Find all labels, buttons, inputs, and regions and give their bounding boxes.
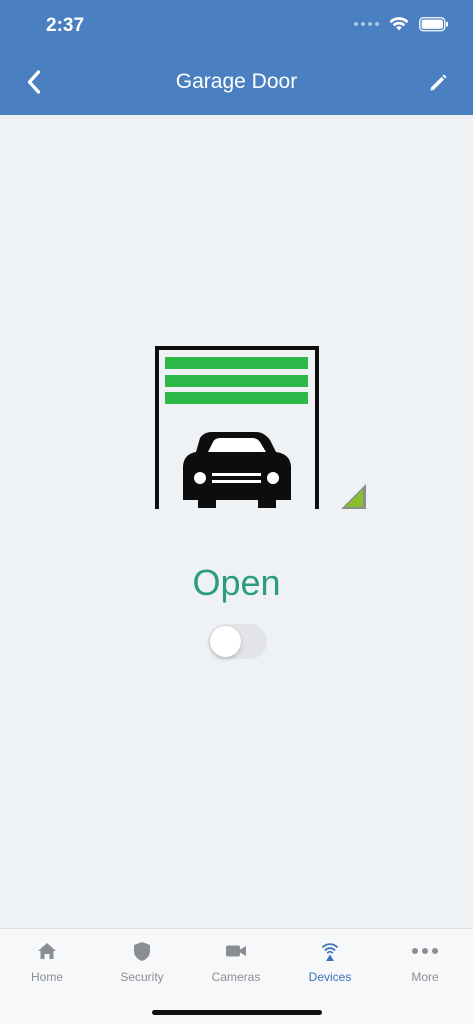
battery-icon: [419, 16, 448, 31]
door-toggle[interactable]: [208, 624, 267, 659]
navigation-bar: Garage Door: [0, 52, 473, 115]
video-camera-icon: [226, 945, 246, 957]
edit-button[interactable]: [421, 66, 455, 100]
toggle-knob: [210, 626, 241, 657]
cellular-signal-icon: [354, 22, 379, 26]
tab-bar: Home Security Cameras Devices More: [0, 928, 473, 1024]
tab-more[interactable]: More: [378, 929, 472, 989]
wifi-icon: [389, 17, 409, 31]
tab-devices[interactable]: Devices: [283, 929, 377, 989]
tab-security[interactable]: Security: [95, 929, 189, 989]
more-dots-icon: [412, 948, 438, 954]
car-icon: [183, 432, 291, 508]
page-title: Garage Door: [175, 70, 298, 93]
status-bar: 2:37: [0, 0, 473, 52]
door-status: Open: [192, 562, 281, 603]
garage-door-icon: [155, 346, 366, 509]
status-icons: [354, 16, 449, 32]
home-icon: [38, 943, 56, 959]
home-indicator: [152, 1010, 322, 1015]
status-time: 2:37: [46, 15, 85, 36]
pencil-icon: [430, 74, 447, 91]
header-bar: 2:37 Garage Door: [0, 0, 473, 115]
tab-cameras[interactable]: Cameras: [189, 929, 283, 989]
wireless-device-icon: [322, 943, 338, 961]
garage-door-illustration: [150, 340, 370, 515]
tab-home[interactable]: Home: [0, 929, 94, 989]
shield-icon: [134, 941, 150, 961]
